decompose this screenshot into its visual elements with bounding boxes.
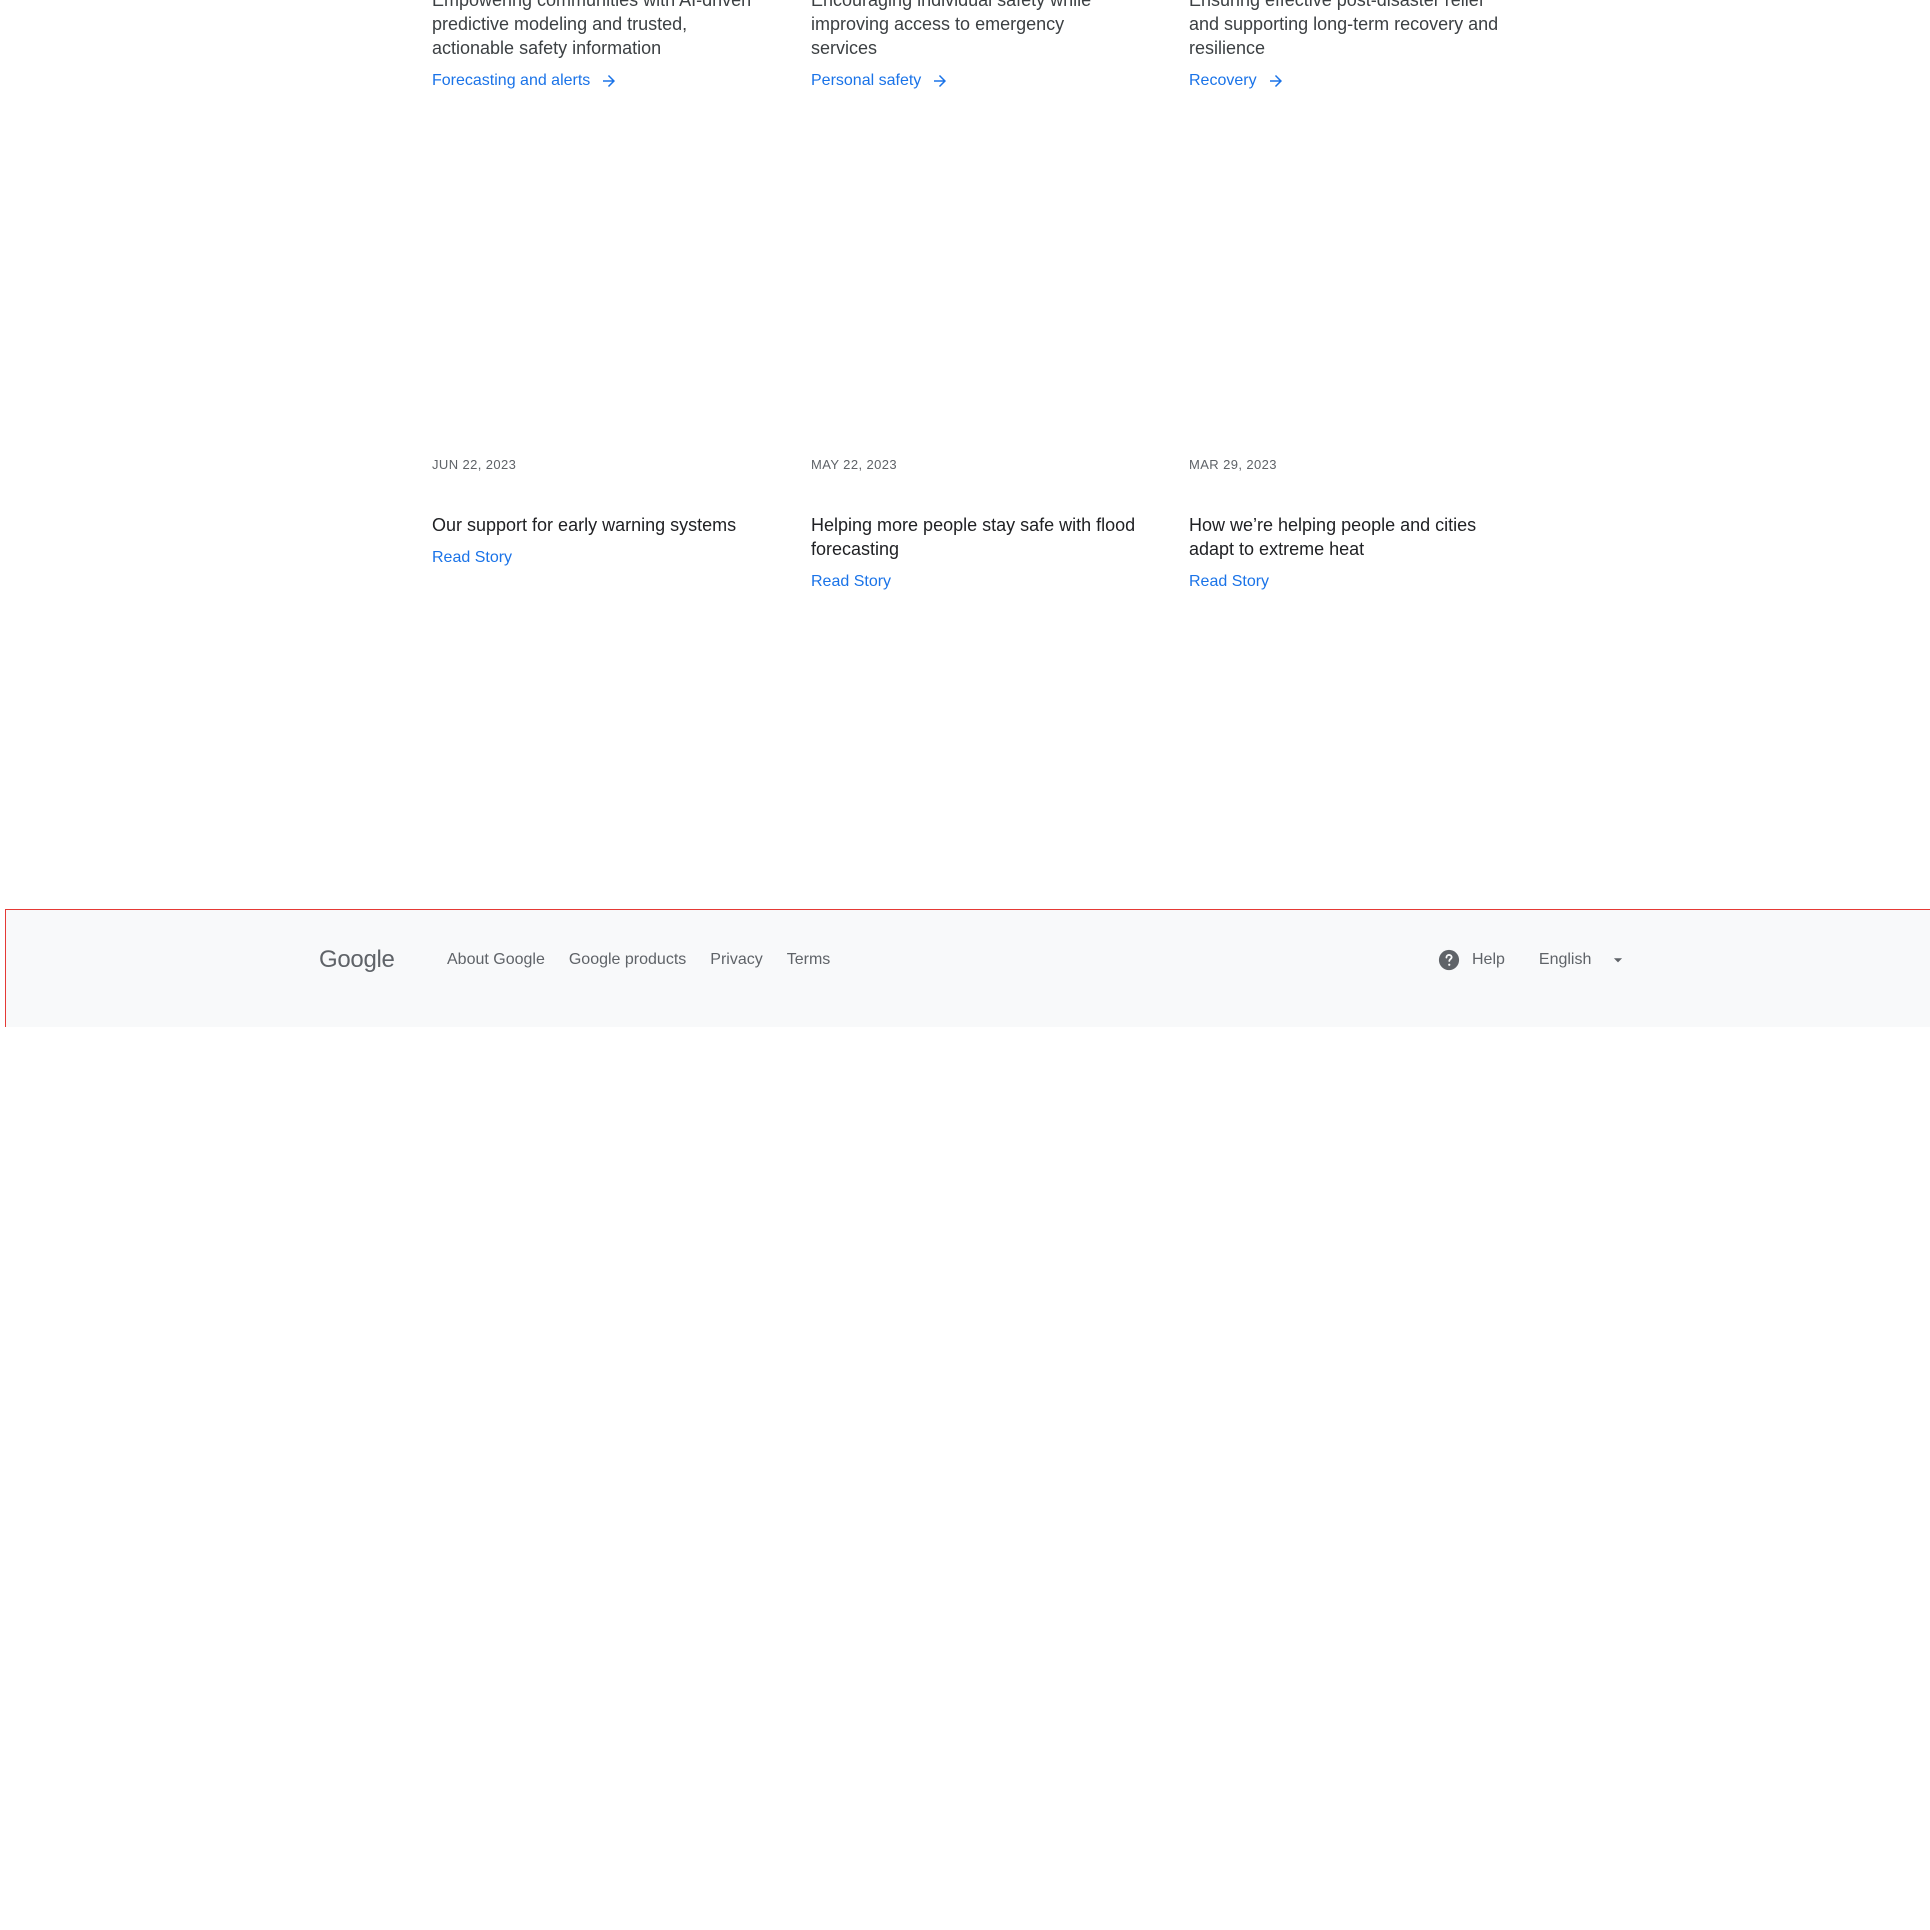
privacy-link[interactable]: Privacy (710, 951, 762, 969)
story-title: How we’re helping people and cities adap… (1189, 515, 1477, 559)
caret-down-icon (1611, 953, 1625, 967)
feature-link-label: Recovery (1189, 72, 1257, 89)
feature-description: Ensuring effective post-disaster relief … (1189, 0, 1499, 58)
story-date: JUN 22, 2023 (432, 457, 517, 472)
help-circle-icon (1438, 949, 1460, 971)
feature-link-label: Forecasting and alerts (432, 72, 591, 89)
read-story-link[interactable]: Read Story (811, 573, 891, 591)
read-story-link[interactable]: Read Story (1189, 573, 1269, 591)
personal-safety-link[interactable]: Personal safety (811, 72, 949, 90)
arrow-right-icon (1267, 72, 1285, 90)
footer-utilities: Help English (1438, 949, 1625, 971)
arrow-right-icon (600, 72, 618, 90)
story-card: MAR 29, 2023 How we’re helping people an… (1189, 457, 1519, 591)
google-products-link[interactable]: Google products (569, 951, 686, 969)
about-google-link[interactable]: About Google (447, 951, 545, 969)
site-footer: Google About Google Google products Priv… (5, 909, 1930, 1027)
footer-links: About Google Google products Privacy Ter… (447, 951, 830, 969)
feature-description: Empowering communities with AI-driven pr… (432, 0, 752, 58)
forecasting-and-alerts-link[interactable]: Forecasting and alerts (432, 72, 618, 90)
feature-description: Encouraging individual safety while impr… (811, 0, 1092, 58)
feature-recovery: Ensuring effective post-disaster relief … (1189, 0, 1509, 90)
read-story-link[interactable]: Read Story (432, 549, 512, 567)
language-select[interactable]: English (1539, 951, 1625, 969)
feature-forecasting: Empowering communities with AI-driven pr… (432, 0, 752, 90)
story-card: JUN 22, 2023 Our support for early warni… (432, 457, 762, 567)
language-label: English (1538, 951, 1592, 968)
terms-link[interactable]: Terms (787, 951, 831, 969)
google-logo[interactable]: Google (319, 946, 395, 974)
story-title: Helping more people stay safe with flood… (811, 515, 1136, 559)
arrow-right-icon (931, 72, 949, 90)
story-card: MAY 22, 2023 Helping more people stay sa… (811, 457, 1141, 591)
story-title: Our support for early warning systems (432, 515, 737, 535)
help-label: Help (1472, 951, 1505, 968)
story-date: MAY 22, 2023 (811, 457, 897, 472)
story-date: MAR 29, 2023 (1189, 457, 1277, 472)
page: Empowering communities with AI-driven pr… (0, 0, 1930, 1930)
feature-link-label: Personal safety (811, 72, 922, 89)
help-button[interactable]: Help (1438, 949, 1505, 971)
feature-personal-safety: Encouraging individual safety while impr… (811, 0, 1131, 90)
recovery-link[interactable]: Recovery (1189, 72, 1285, 90)
